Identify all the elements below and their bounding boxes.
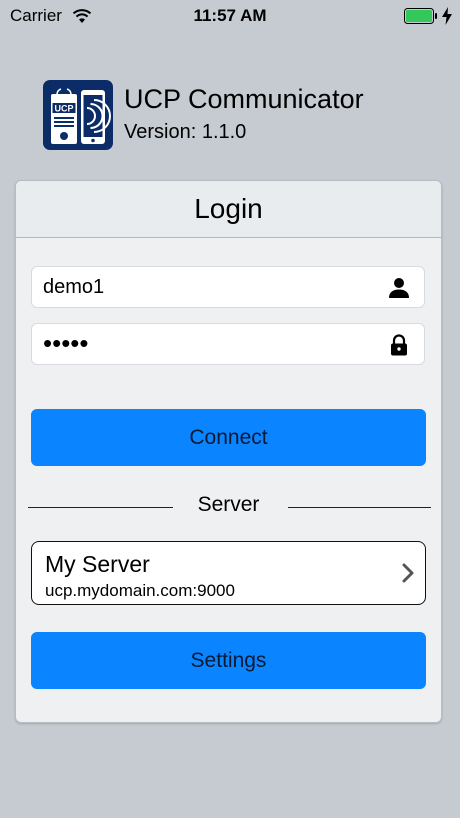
server-section-label: Server xyxy=(197,493,260,516)
status-bar: Carrier 11:57 AM xyxy=(0,0,460,32)
person-icon xyxy=(389,278,409,298)
app-logo-icon: UCP xyxy=(43,80,113,150)
app-version: Version: 1.1.0 xyxy=(124,121,247,143)
lock-icon xyxy=(391,334,407,356)
server-row[interactable]: My Server ucp.mydomain.com:9000 xyxy=(31,541,426,605)
chevron-right-icon xyxy=(402,563,414,583)
battery-icon xyxy=(404,8,437,24)
server-name: My Server xyxy=(45,551,150,577)
status-time: 11:57 AM xyxy=(193,6,267,25)
app-title: UCP Communicator xyxy=(124,84,364,114)
username-field[interactable]: demo1 xyxy=(31,266,425,308)
login-card: Login demo1 ••••• Connect Server My Serv… xyxy=(15,180,442,723)
username-value[interactable]: demo1 xyxy=(43,276,104,299)
charging-icon xyxy=(442,7,452,25)
login-screen: Carrier 11:57 AM UCP UCP Communicator Ve… xyxy=(0,0,460,818)
divider-right xyxy=(288,507,431,508)
login-title: Login xyxy=(16,181,441,238)
password-value[interactable]: ••••• xyxy=(43,328,89,359)
logo-text: UCP xyxy=(54,104,73,114)
server-address: ucp.mydomain.com:9000 xyxy=(45,581,235,600)
password-field[interactable]: ••••• xyxy=(31,323,425,365)
connect-button[interactable]: Connect xyxy=(31,409,426,466)
settings-button[interactable]: Settings xyxy=(31,632,426,689)
